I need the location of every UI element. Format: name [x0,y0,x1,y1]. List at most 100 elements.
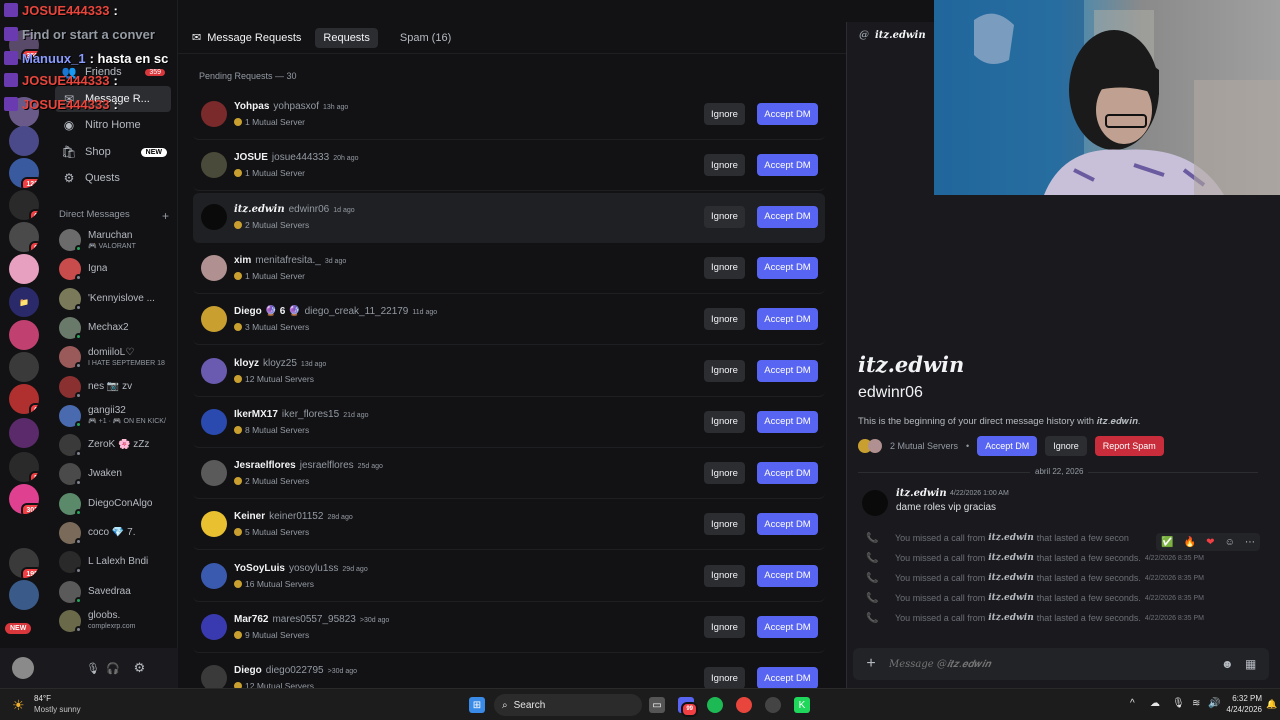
avatar[interactable] [12,657,34,679]
accept-dm-button[interactable]: Accept DM [757,616,818,638]
missed-call-line[interactable]: 📞 You missed a call from 𝒊𝒕𝒛.𝒆𝒅𝒘𝒊𝒏 that las… [866,569,1246,587]
accept-dm-button[interactable]: Accept DM [757,667,818,690]
server-icon[interactable]: 123 [9,158,39,188]
ignore-button[interactable]: Ignore [704,308,745,331]
server-icon[interactable]: 6 [9,190,39,220]
heart-reaction-icon[interactable]: ❤ [1206,537,1214,548]
folder-icon[interactable]: 📁 [9,287,39,317]
avatar[interactable] [201,511,227,538]
fire-reaction-icon[interactable]: 🔥 [1184,537,1196,548]
ignore-button[interactable]: Ignore [704,616,745,638]
message-request-row[interactable]: IkerMX17 iker_flores15 21d ago 8 Mutual Ser… [193,398,825,448]
message-request-row[interactable]: kloyz kloyz25 13d ago 12 Mutual Servers Igno… [193,347,825,397]
call-caller-name[interactable]: 𝒊𝒕𝒛.𝒆𝒅𝒘𝒊𝒏 [988,613,1034,623]
avatar[interactable] [201,254,227,281]
new-badge[interactable]: NEW [5,623,32,634]
message-request-row[interactable]: Mar762 mares0557_95823 >30d ago 9 Mutual Se… [193,603,825,653]
server-icon[interactable]: 303 [9,484,39,514]
accept-dm-button[interactable]: Accept DM [757,205,818,228]
message-avatar[interactable] [862,490,888,516]
server-icon[interactable]: 195 [9,548,39,578]
volume-icon[interactable]: 🔊 [1208,698,1220,709]
server-icon[interactable] [9,254,39,284]
apps-icon[interactable]: ▦ [1245,657,1269,671]
task-view-icon[interactable]: ▭ [649,697,665,713]
dm-list-item[interactable]: coco 💎 7. [55,519,173,547]
dm-list-item[interactable]: Jwaken [55,460,173,488]
accept-dm-button[interactable]: Accept DM [757,410,818,433]
windows-start-icon[interactable]: ⊞ [469,697,485,713]
dm-list-item[interactable]: 'Kennyislove ... [55,285,173,313]
ignore-button[interactable]: Ignore [704,205,745,228]
server-icon[interactable] [9,126,39,156]
report-spam-button[interactable]: Report Spam [1094,436,1164,456]
message-request-row[interactable]: Keiner keiner01152 28d ago 5 Mutual Servers… [193,500,825,551]
server-icon[interactable] [9,320,39,350]
accept-dm-button[interactable]: Accept DM [757,513,818,536]
app-icon[interactable] [765,697,781,713]
ignore-button[interactable]: Ignore [704,462,745,485]
chrome-icon[interactable] [736,697,752,713]
attach-plus-icon[interactable]: + [853,655,889,673]
weather-desc[interactable]: Mostly sunny [34,705,81,714]
clock-time[interactable]: 6:32 PM [1232,694,1262,703]
more-options-icon[interactable]: ⋯ [1245,537,1255,548]
mic-tray-icon[interactable]: 🎙 [1172,698,1185,709]
emoji-icon[interactable]: ☻ [1221,657,1245,671]
mutual-servers-link[interactable]: 2 Mutual Servers [890,441,958,451]
accept-dm-button[interactable]: Accept DM [757,462,818,485]
avatar[interactable] [201,408,227,435]
tray-chevron-icon[interactable]: ^ [1130,698,1135,709]
ignore-button[interactable]: Ignore [704,513,745,536]
dm-list-item[interactable]: gloobs. complexrp.com [55,607,173,635]
server-icon[interactable]: 9 [9,222,39,252]
spotify-icon[interactable] [707,697,723,713]
missed-call-line[interactable]: 📞 You missed a call from 𝒊𝒕𝒛.𝒆𝒅𝒘𝒊𝒏 that las… [866,549,1246,567]
ignore-button[interactable]: Ignore [704,564,745,587]
accept-dm-button[interactable]: Accept DM [757,359,818,382]
kick-icon[interactable]: K [794,697,810,713]
check-reaction-icon[interactable]: ✅ [1161,537,1173,548]
accept-dm-button[interactable]: Accept DM [757,154,818,177]
dm-list-item[interactable]: gangii32 🎮 +1 · 🎮 ON EN KICK/ [55,402,173,430]
message-request-row[interactable]: Jesraelflores jesraelflores 25d ago 2 Mutua… [193,449,825,500]
message-request-row[interactable]: Yohpas yohpasxof 13h ago 1 Mutual Server Ign… [193,90,825,140]
discord-app-icon[interactable]: 99 [678,697,698,717]
avatar[interactable] [201,152,227,179]
taskbar-search[interactable]: ⌕ Search [494,694,642,716]
server-icon[interactable]: 5 [9,452,39,482]
dm-list-item[interactable]: Maruchan 🎮 VALORANT [55,226,173,254]
tab-requests[interactable]: Requests [315,27,378,48]
avatar[interactable] [201,460,227,487]
server-icon[interactable] [9,418,39,448]
dm-list-item[interactable]: L Lalexh Bndi [55,548,173,576]
message-request-row[interactable]: YoSoyLuis yosoylu1ss 29d ago 16 Mutual Serv… [193,552,825,602]
add-dm-icon[interactable]: + [162,209,169,223]
network-icon[interactable]: ☁ [1150,698,1160,709]
dm-list-item[interactable]: Mechax2 [55,314,173,342]
ignore-button[interactable]: Ignore [704,103,745,125]
server-icon[interactable] [9,580,39,610]
accept-dm-button[interactable]: Accept DM [977,436,1038,456]
message-request-row[interactable]: Diego 🔮 6 🔮 diego_creak_11_22179 11d ago 3 … [193,295,825,346]
missed-call-line[interactable]: 📞 You missed a call from 𝒊𝒕𝒛.𝒆𝒅𝒘𝒊𝒏 that las… [866,589,1246,607]
avatar[interactable] [201,306,227,333]
avatar[interactable] [201,203,227,230]
mic-icon[interactable]: 🎙 [86,662,100,675]
accept-dm-button[interactable]: Accept DM [757,308,818,331]
accept-dm-button[interactable]: Accept DM [757,103,818,125]
notification-bell-icon[interactable]: 🔔 [1266,699,1277,710]
nav-shop[interactable]: 🛍 Shop NEW [55,139,171,165]
call-caller-name[interactable]: 𝒊𝒕𝒛.𝒆𝒅𝒘𝒊𝒏 [988,593,1034,603]
message-input[interactable] [889,658,1221,670]
avatar[interactable] [201,614,227,640]
dm-list-item[interactable]: domiiloL♡ I HATE SEPTEMBER 18 [55,343,173,371]
call-caller-name[interactable]: 𝒊𝒕𝒛.𝒆𝒅𝒘𝒊𝒏 [988,553,1034,563]
dm-list-item[interactable]: ZeroK 🌸 zZz [55,431,173,459]
missed-call-line[interactable]: 📞 You missed a call from 𝒊𝒕𝒛.𝒆𝒅𝒘𝒊𝒏 that las… [866,609,1246,627]
dm-list-item[interactable]: DiegoConAlgo [55,490,173,518]
ignore-button[interactable]: Ignore [704,154,745,177]
clock-date[interactable]: 4/24/2026 [1222,705,1262,714]
add-reaction-icon[interactable]: ☺ [1225,537,1235,548]
ignore-button[interactable]: Ignore [1045,436,1087,456]
